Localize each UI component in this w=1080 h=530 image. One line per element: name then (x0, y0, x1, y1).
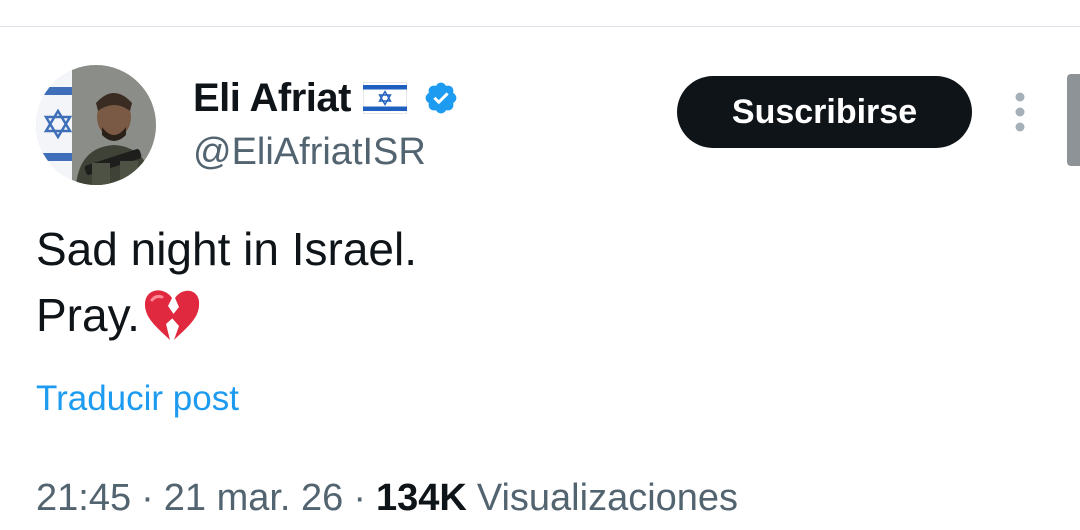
display-name[interactable]: Eli Afriat (193, 72, 352, 124)
tweet-view: Eli Afriat @EliAfriatISR Suscribirse Sad… (0, 0, 1080, 530)
post-line-2-text: Pray. (36, 289, 140, 341)
post-line-1: Sad night in Israel. (36, 223, 418, 275)
display-name-row[interactable]: Eli Afriat (193, 72, 459, 124)
views-count[interactable]: 134K (376, 472, 467, 524)
avatar-image (36, 65, 156, 185)
views-label[interactable]: Visualizaciones (477, 472, 738, 524)
broken-heart-icon (144, 290, 200, 340)
translate-post-link[interactable]: Traducir post (36, 376, 239, 422)
post-line-2: Pray. (36, 282, 417, 348)
more-options-icon[interactable] (1008, 90, 1032, 136)
meta-separator-1: · (141, 477, 154, 519)
post-meta: 21:45 · 21 mar. 26 · 134K Visualizacione… (36, 472, 738, 524)
scrollbar-thumb[interactable] (1067, 74, 1080, 166)
user-handle[interactable]: @EliAfriatISR (193, 128, 426, 176)
post-body: Sad night in Israel. Pray. (36, 216, 417, 348)
israel-flag-icon (363, 82, 407, 114)
post-date[interactable]: 21 mar. 26 (164, 472, 344, 524)
meta-separator-2: · (353, 477, 366, 519)
verified-badge-icon[interactable] (423, 80, 459, 116)
post-time[interactable]: 21:45 (36, 472, 131, 524)
top-divider (0, 26, 1080, 27)
profile-avatar[interactable] (36, 65, 156, 185)
subscribe-button[interactable]: Suscribirse (677, 76, 972, 148)
